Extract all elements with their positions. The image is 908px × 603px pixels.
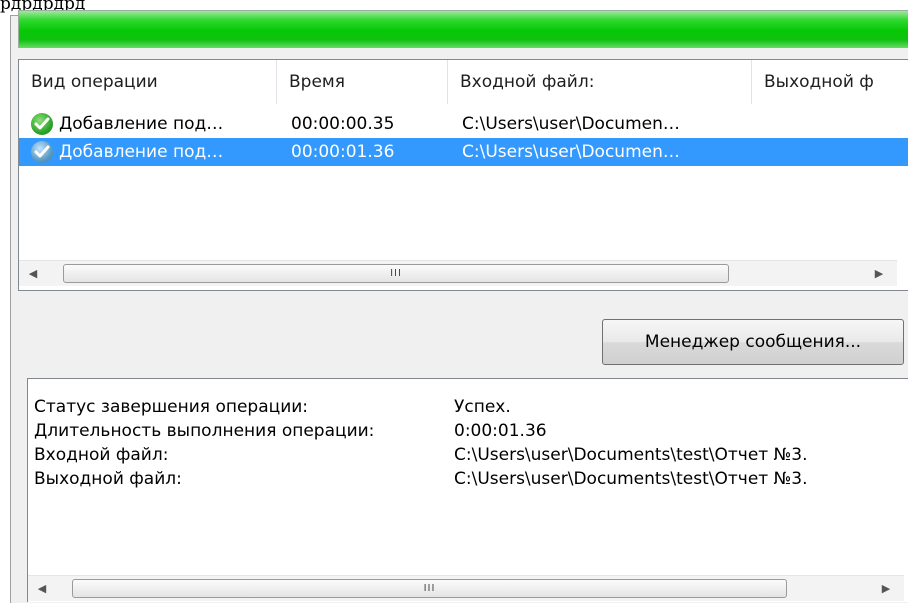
detail-value: C:\Users\user\Documents\test\Отчет №3. [454, 469, 808, 489]
column-header-time[interactable]: Время [277, 60, 448, 104]
time-cell: 00:00:00.35 [291, 114, 395, 134]
column-header-output-file[interactable]: Выходной ф [752, 60, 908, 104]
list-item-selected[interactable]: Добавление под… 00:00:01.36 C:\Users\use… [19, 138, 908, 166]
column-header-operation-type[interactable]: Вид операции [19, 60, 277, 104]
time-cell: 00:00:01.36 [291, 142, 395, 162]
input-file-cell: C:\Users\user\Documen… [462, 142, 680, 162]
operation-details-panel: Статус завершения операции: Успех. Длите… [27, 378, 908, 602]
column-header-input-file[interactable]: Входной файл: [448, 60, 752, 104]
check-circle-icon [31, 141, 53, 163]
detail-row-output-file: Выходной файл: C:\Users\user\Documents\t… [34, 467, 904, 491]
detail-label: Статус завершения операции: [34, 397, 309, 417]
list-item[interactable]: Добавление под… 00:00:00.35 C:\Users\use… [19, 110, 908, 138]
detail-row-input-file: Входной файл: C:\Users\user\Documents\te… [34, 443, 904, 467]
detail-label: Длительность выполнения операции: [34, 421, 375, 441]
detail-row-status: Статус завершения операции: Успех. [34, 395, 904, 419]
detail-value: Успех. [454, 397, 511, 417]
list-horizontal-scrollbar[interactable]: ◀ III ▶ [19, 260, 897, 286]
progress-bar [18, 10, 908, 48]
operation-cell: Добавление под… [59, 142, 224, 162]
detail-label: Входной файл: [34, 445, 169, 465]
detail-label: Выходной файл: [34, 469, 182, 489]
operation-cell: Добавление под… [59, 114, 224, 134]
scroll-right-arrow-icon[interactable]: ▶ [867, 261, 891, 287]
detail-value: C:\Users\user\Documents\test\Отчет №3. [454, 445, 808, 465]
scrollbar-thumb[interactable]: III [72, 579, 787, 598]
message-manager-button[interactable]: Менеджер сообщения... [602, 319, 904, 365]
input-file-cell: C:\Users\user\Documen… [462, 114, 680, 134]
detail-value: 0:00:01.36 [454, 421, 547, 441]
check-circle-icon [31, 113, 53, 135]
scroll-right-arrow-icon[interactable]: ▶ [874, 576, 898, 602]
operations-list[interactable]: Вид операции Время Входной файл: Выходно… [18, 59, 908, 291]
scrollbar-thumb[interactable]: III [63, 264, 729, 283]
detail-row-duration: Длительность выполнения операции: 0:00:0… [34, 419, 904, 443]
scroll-left-arrow-icon[interactable]: ◀ [30, 576, 54, 602]
details-horizontal-scrollbar[interactable]: ◀ III ▶ [28, 575, 904, 601]
list-header: Вид операции Время Входной файл: Выходно… [19, 60, 908, 104]
scroll-left-arrow-icon[interactable]: ◀ [21, 261, 45, 287]
